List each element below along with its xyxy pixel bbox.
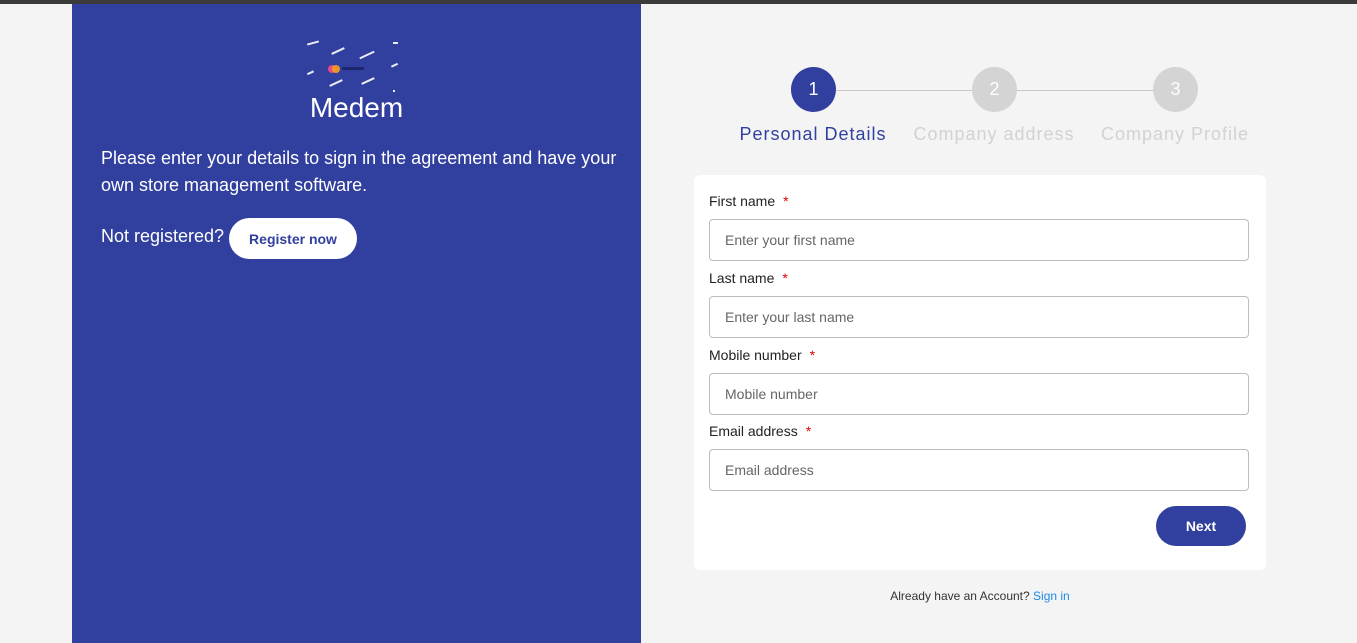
already-account-text: Already have an Account?	[890, 589, 1030, 603]
required-mark: *	[809, 347, 816, 363]
step-2-label: Company address	[913, 124, 1075, 144]
email-address-input[interactable]	[709, 449, 1249, 491]
step-connector	[1017, 90, 1154, 91]
last-name-label-text: Last name	[709, 270, 775, 286]
step-3-indicator[interactable]: 3	[1153, 67, 1198, 112]
step-connector	[836, 90, 973, 91]
first-name-label: First name *	[709, 193, 789, 209]
sign-in-link[interactable]: Sign in	[1033, 589, 1070, 603]
step-3-label: Company Profile	[1100, 124, 1250, 144]
brand-name: Medem	[309, 92, 404, 123]
mobile-number-label-text: Mobile number	[709, 347, 802, 363]
step-1-indicator[interactable]: 1	[791, 67, 836, 112]
required-mark: *	[805, 423, 812, 439]
email-address-label: Email address *	[709, 423, 811, 439]
required-mark: *	[782, 270, 788, 286]
intro-text: Please enter your details to sign in the…	[101, 148, 617, 195]
email-address-label-text: Email address	[709, 423, 798, 439]
first-name-input[interactable]	[709, 219, 1249, 261]
brand-logo	[305, 40, 401, 94]
last-name-label: Last name *	[709, 270, 788, 286]
next-button[interactable]: Next	[1156, 506, 1246, 546]
step-1-label: Personal Details	[739, 124, 887, 144]
first-name-label-text: First name	[709, 193, 776, 209]
mobile-number-input[interactable]	[709, 373, 1249, 415]
personal-details-form: First name * Last name * Mobile number * Em…	[694, 175, 1266, 570]
mobile-number-label: Mobile number *	[709, 347, 815, 363]
step-2-indicator[interactable]: 2	[972, 67, 1017, 112]
register-now-button[interactable]: Register now	[229, 218, 357, 259]
signin-prompt: Already have an Account? Sign in	[694, 589, 1266, 603]
required-mark: *	[783, 193, 789, 209]
brand-panel: Medem Please enter your details to sign …	[72, 4, 641, 643]
not-registered-text: Not registered?	[101, 226, 225, 246]
last-name-input[interactable]	[709, 296, 1249, 338]
